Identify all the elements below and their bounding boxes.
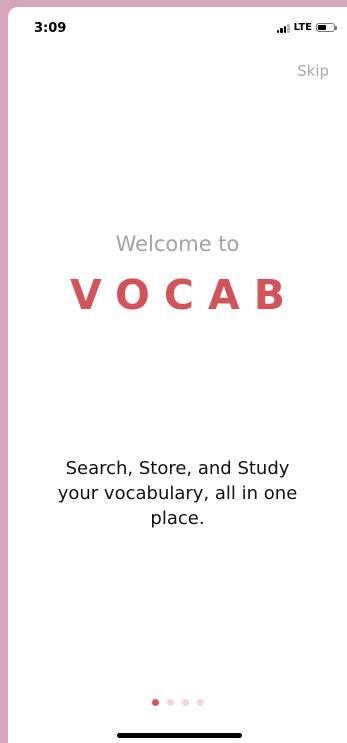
- skip-button[interactable]: Skip: [297, 62, 329, 80]
- page-dot-4[interactable]: [196, 699, 204, 706]
- app-screen: 3:09 LTE Skip Welcome to VOCAB Search, S…: [8, 7, 347, 743]
- battery-icon: [316, 23, 337, 32]
- battery-level: [318, 25, 326, 30]
- status-bar: 3:09 LTE: [8, 7, 347, 51]
- signal-icon: [276, 23, 290, 33]
- page-indicator: [8, 699, 347, 706]
- home-indicator[interactable]: [117, 733, 242, 738]
- page-dot-2[interactable]: [166, 699, 174, 706]
- network-type: LTE: [293, 22, 312, 33]
- page-dot-3[interactable]: [181, 699, 189, 706]
- status-indicators: LTE: [276, 22, 337, 33]
- welcome-text: Welcome to: [115, 232, 240, 256]
- app-logo-text: VOCAB: [70, 271, 299, 319]
- tagline: Search, Store, and Study your vocabulary…: [57, 458, 298, 529]
- page-dot-1[interactable]: [151, 699, 159, 706]
- device-frame: 3:09 LTE Skip Welcome to VOCAB Search, S…: [0, 0, 347, 743]
- status-time: 3:09: [34, 21, 67, 36]
